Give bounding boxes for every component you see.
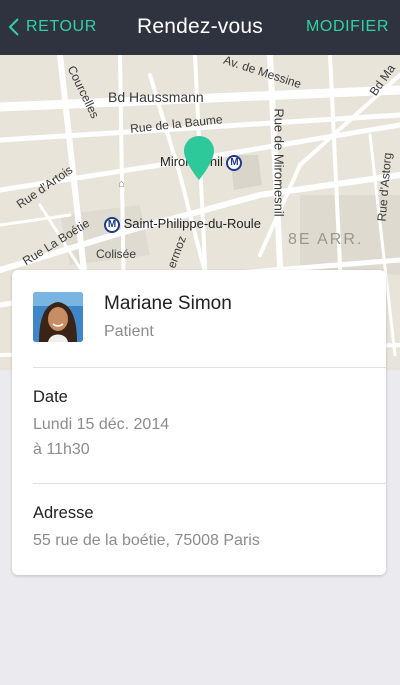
location-pin-icon[interactable] bbox=[183, 135, 215, 181]
metro-icon: M bbox=[104, 216, 120, 233]
navigation-bar: RETOUR Rendez-vous MODIFIER bbox=[0, 0, 400, 55]
patient-photo bbox=[33, 292, 83, 342]
time-value: à 11h30 bbox=[33, 441, 90, 458]
address-label: Adresse bbox=[33, 504, 94, 522]
divider bbox=[33, 367, 386, 368]
address-value[interactable]: 55 rue de la boétie, 75008 Paris bbox=[33, 532, 260, 550]
street-label-colisee: Colisée bbox=[96, 247, 137, 261]
divider bbox=[33, 483, 386, 484]
street-label-haussmann: Bd Haussmann bbox=[108, 89, 204, 105]
street-label-miromesnil: Rue de Miromesnil bbox=[271, 108, 287, 217]
date-value: Lundi 15 déc. 2014 bbox=[33, 416, 170, 433]
district-label: 8E ARR. bbox=[288, 231, 364, 248]
patient-role: Patient bbox=[104, 323, 154, 340]
avatar bbox=[33, 292, 83, 342]
station-saint-philippe-label: Saint-Philippe-du-Roule bbox=[123, 216, 261, 231]
station-saint-philippe[interactable]: M Saint-Philippe-du-Roule bbox=[104, 216, 261, 233]
patient-name: Mariane Simon bbox=[104, 293, 232, 314]
appointment-card: Mariane Simon Patient Date Lundi 15 déc.… bbox=[12, 270, 386, 575]
date-label: Date bbox=[33, 388, 68, 406]
metro-icon: M bbox=[226, 154, 243, 171]
monument-icon: ⌂ bbox=[118, 178, 125, 190]
edit-button[interactable]: MODIFIER bbox=[306, 18, 389, 36]
